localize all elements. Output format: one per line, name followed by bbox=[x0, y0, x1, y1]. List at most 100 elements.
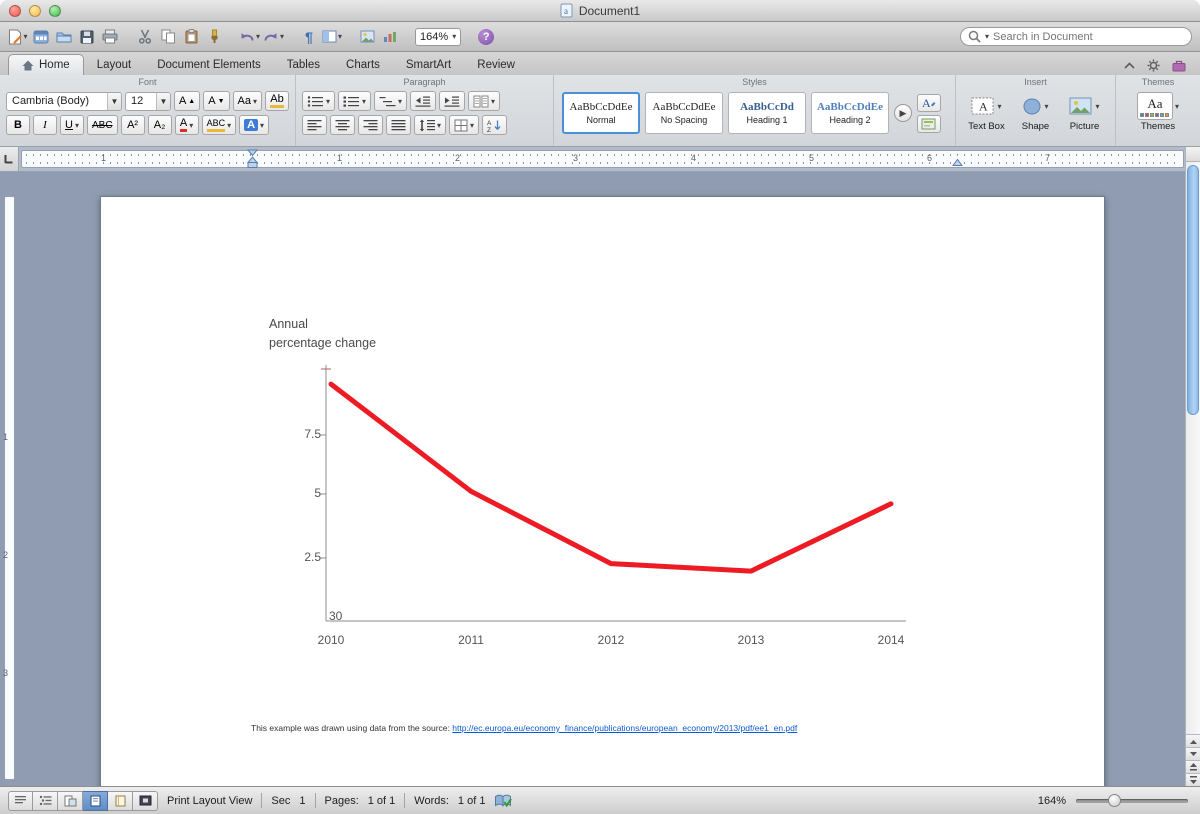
tab-home[interactable]: Home bbox=[8, 54, 84, 75]
multilevel-dropdown-icon[interactable]: ▾ bbox=[398, 97, 402, 106]
layout-view-dropdown-icon[interactable]: ▾ bbox=[338, 32, 342, 41]
source-link[interactable]: http://ec.europa.eu/economy_finance/publ… bbox=[452, 723, 797, 733]
line-spacing-dropdown-icon[interactable]: ▾ bbox=[437, 121, 441, 130]
subscript-button[interactable]: A₂ bbox=[148, 115, 172, 135]
help-button[interactable]: ? bbox=[476, 25, 496, 49]
shape-button[interactable]: ▾ Shape bbox=[1015, 93, 1056, 132]
italic-button[interactable]: I bbox=[33, 115, 57, 135]
layout-view-button[interactable]: ▾ bbox=[322, 25, 342, 49]
grow-font-button[interactable]: A▲ bbox=[174, 91, 200, 111]
document-page[interactable]: Annual percentage change 7.5 5 2.5 30 20… bbox=[100, 196, 1105, 786]
multilevel-list-button[interactable]: ▾ bbox=[374, 91, 407, 111]
words-value[interactable]: 1 of 1 bbox=[458, 795, 486, 807]
new-document-dropdown-icon[interactable]: ▾ bbox=[23, 32, 27, 41]
draft-view-button[interactable] bbox=[8, 791, 33, 811]
gear-icon[interactable] bbox=[1147, 59, 1160, 72]
document-area[interactable]: 1 2 3 Annual percentage change bbox=[0, 172, 1200, 786]
themes-button[interactable]: Aa ▾ Themes bbox=[1130, 93, 1186, 132]
bold-button[interactable]: B bbox=[6, 115, 30, 135]
change-case-dropdown-icon[interactable]: ▾ bbox=[253, 97, 257, 106]
tab-document-elements[interactable]: Document Elements bbox=[144, 55, 274, 75]
clear-formatting-button[interactable]: Ab bbox=[265, 91, 289, 111]
underline-button[interactable]: U▾ bbox=[60, 115, 84, 135]
minimize-button[interactable] bbox=[29, 5, 41, 17]
style-heading-1[interactable]: AaBbCcDd Heading 1 bbox=[728, 92, 806, 134]
text-box-dropdown-icon[interactable]: ▾ bbox=[997, 102, 1001, 111]
pages-value[interactable]: 1 of 1 bbox=[368, 795, 396, 807]
tab-layout[interactable]: Layout bbox=[84, 55, 145, 75]
cut-button[interactable] bbox=[135, 25, 155, 49]
align-left-button[interactable] bbox=[302, 115, 327, 135]
more-styles-button[interactable]: ▶ bbox=[894, 104, 912, 122]
numbering-button[interactable]: ▾ bbox=[338, 91, 371, 111]
justify-button[interactable] bbox=[386, 115, 411, 135]
font-family-dropdown-icon[interactable]: ▼ bbox=[107, 93, 121, 110]
notebook-view-button[interactable] bbox=[108, 791, 133, 811]
vertical-ruler[interactable]: 1 2 3 bbox=[0, 172, 19, 786]
font-family-select[interactable]: Cambria (Body) ▼ bbox=[6, 92, 122, 111]
font-color-dropdown-icon[interactable]: ▾ bbox=[189, 121, 193, 130]
horizontal-ruler[interactable]: 1 1 2 3 4 5 6 7 bbox=[21, 150, 1184, 168]
object-browser-button[interactable] bbox=[380, 25, 400, 49]
redo-dropdown-icon[interactable]: ▾ bbox=[280, 32, 284, 41]
align-center-button[interactable] bbox=[330, 115, 355, 135]
line-spacing-button[interactable]: ▾ bbox=[414, 115, 446, 135]
font-size-select[interactable]: 12 ▼ bbox=[125, 92, 171, 111]
scrollbar-thumb[interactable] bbox=[1187, 165, 1199, 415]
change-case-button[interactable]: Aa▾ bbox=[233, 91, 262, 111]
scroll-up-button[interactable] bbox=[1186, 734, 1200, 747]
scroll-down-button[interactable] bbox=[1186, 747, 1200, 760]
text-box-button[interactable]: A ▾ Text Box bbox=[966, 93, 1007, 132]
text-styles-button[interactable]: A bbox=[917, 94, 941, 112]
search-input[interactable] bbox=[993, 31, 1184, 43]
spelling-status-icon[interactable] bbox=[494, 794, 513, 808]
borders-button[interactable]: ▾ bbox=[449, 115, 479, 135]
indent-marker-left[interactable] bbox=[247, 149, 258, 173]
align-right-button[interactable] bbox=[358, 115, 383, 135]
zoom-dropdown-icon[interactable]: ▾ bbox=[452, 32, 456, 41]
undo-button[interactable]: ▾ bbox=[239, 25, 260, 49]
gallery-button[interactable] bbox=[31, 25, 51, 49]
open-button[interactable] bbox=[54, 25, 74, 49]
columns-dropdown-icon[interactable]: ▾ bbox=[491, 97, 495, 106]
redo-button[interactable]: ▾ bbox=[263, 25, 284, 49]
sort-button[interactable]: AZ bbox=[482, 115, 507, 135]
bullets-dropdown-icon[interactable]: ▾ bbox=[326, 97, 330, 106]
media-browser-button[interactable] bbox=[357, 25, 377, 49]
tab-review[interactable]: Review bbox=[464, 55, 528, 75]
zoom-slider[interactable] bbox=[1076, 799, 1188, 803]
strikethrough-button[interactable]: ABC bbox=[87, 115, 118, 135]
decrease-indent-button[interactable] bbox=[410, 91, 436, 111]
highlight-dropdown-icon[interactable]: ▾ bbox=[227, 121, 231, 130]
style-heading-2[interactable]: AaBbCcDdEe Heading 2 bbox=[811, 92, 889, 134]
tab-smartart[interactable]: SmartArt bbox=[393, 55, 464, 75]
zoom-slider-thumb[interactable] bbox=[1108, 794, 1121, 807]
format-painter-button[interactable] bbox=[204, 25, 224, 49]
search-box[interactable]: ▾ bbox=[960, 27, 1192, 46]
scrollbar-top-button[interactable] bbox=[1186, 147, 1200, 162]
undo-dropdown-icon[interactable]: ▾ bbox=[256, 32, 260, 41]
columns-button[interactable]: ▾ bbox=[468, 91, 500, 111]
tab-stop-selector[interactable] bbox=[0, 147, 19, 171]
outline-view-button[interactable] bbox=[33, 791, 58, 811]
indent-marker-right[interactable] bbox=[952, 156, 963, 171]
underline-dropdown-icon[interactable]: ▾ bbox=[75, 121, 79, 130]
next-page-button[interactable] bbox=[1186, 773, 1200, 786]
copy-button[interactable] bbox=[158, 25, 178, 49]
font-color-button[interactable]: A▾ bbox=[175, 115, 199, 135]
vertical-scrollbar[interactable] bbox=[1185, 147, 1200, 786]
print-layout-view-button[interactable] bbox=[83, 791, 108, 811]
search-scope-dropdown-icon[interactable]: ▾ bbox=[985, 32, 989, 41]
picture-button[interactable]: ▾ Picture bbox=[1064, 93, 1105, 132]
show-formatting-button[interactable]: ¶ bbox=[299, 25, 319, 49]
previous-page-button[interactable] bbox=[1186, 760, 1200, 773]
print-button[interactable] bbox=[100, 25, 120, 49]
save-button[interactable] bbox=[77, 25, 97, 49]
style-normal[interactable]: AaBbCcDdEe Normal bbox=[562, 92, 640, 134]
maximize-button[interactable] bbox=[49, 5, 61, 17]
new-document-button[interactable]: ▾ bbox=[8, 25, 28, 49]
highlight-button[interactable]: ABC▾ bbox=[202, 115, 237, 135]
tab-charts[interactable]: Charts bbox=[333, 55, 393, 75]
borders-dropdown-icon[interactable]: ▾ bbox=[470, 121, 474, 130]
zoom-select[interactable]: 164% ▾ bbox=[415, 28, 461, 46]
